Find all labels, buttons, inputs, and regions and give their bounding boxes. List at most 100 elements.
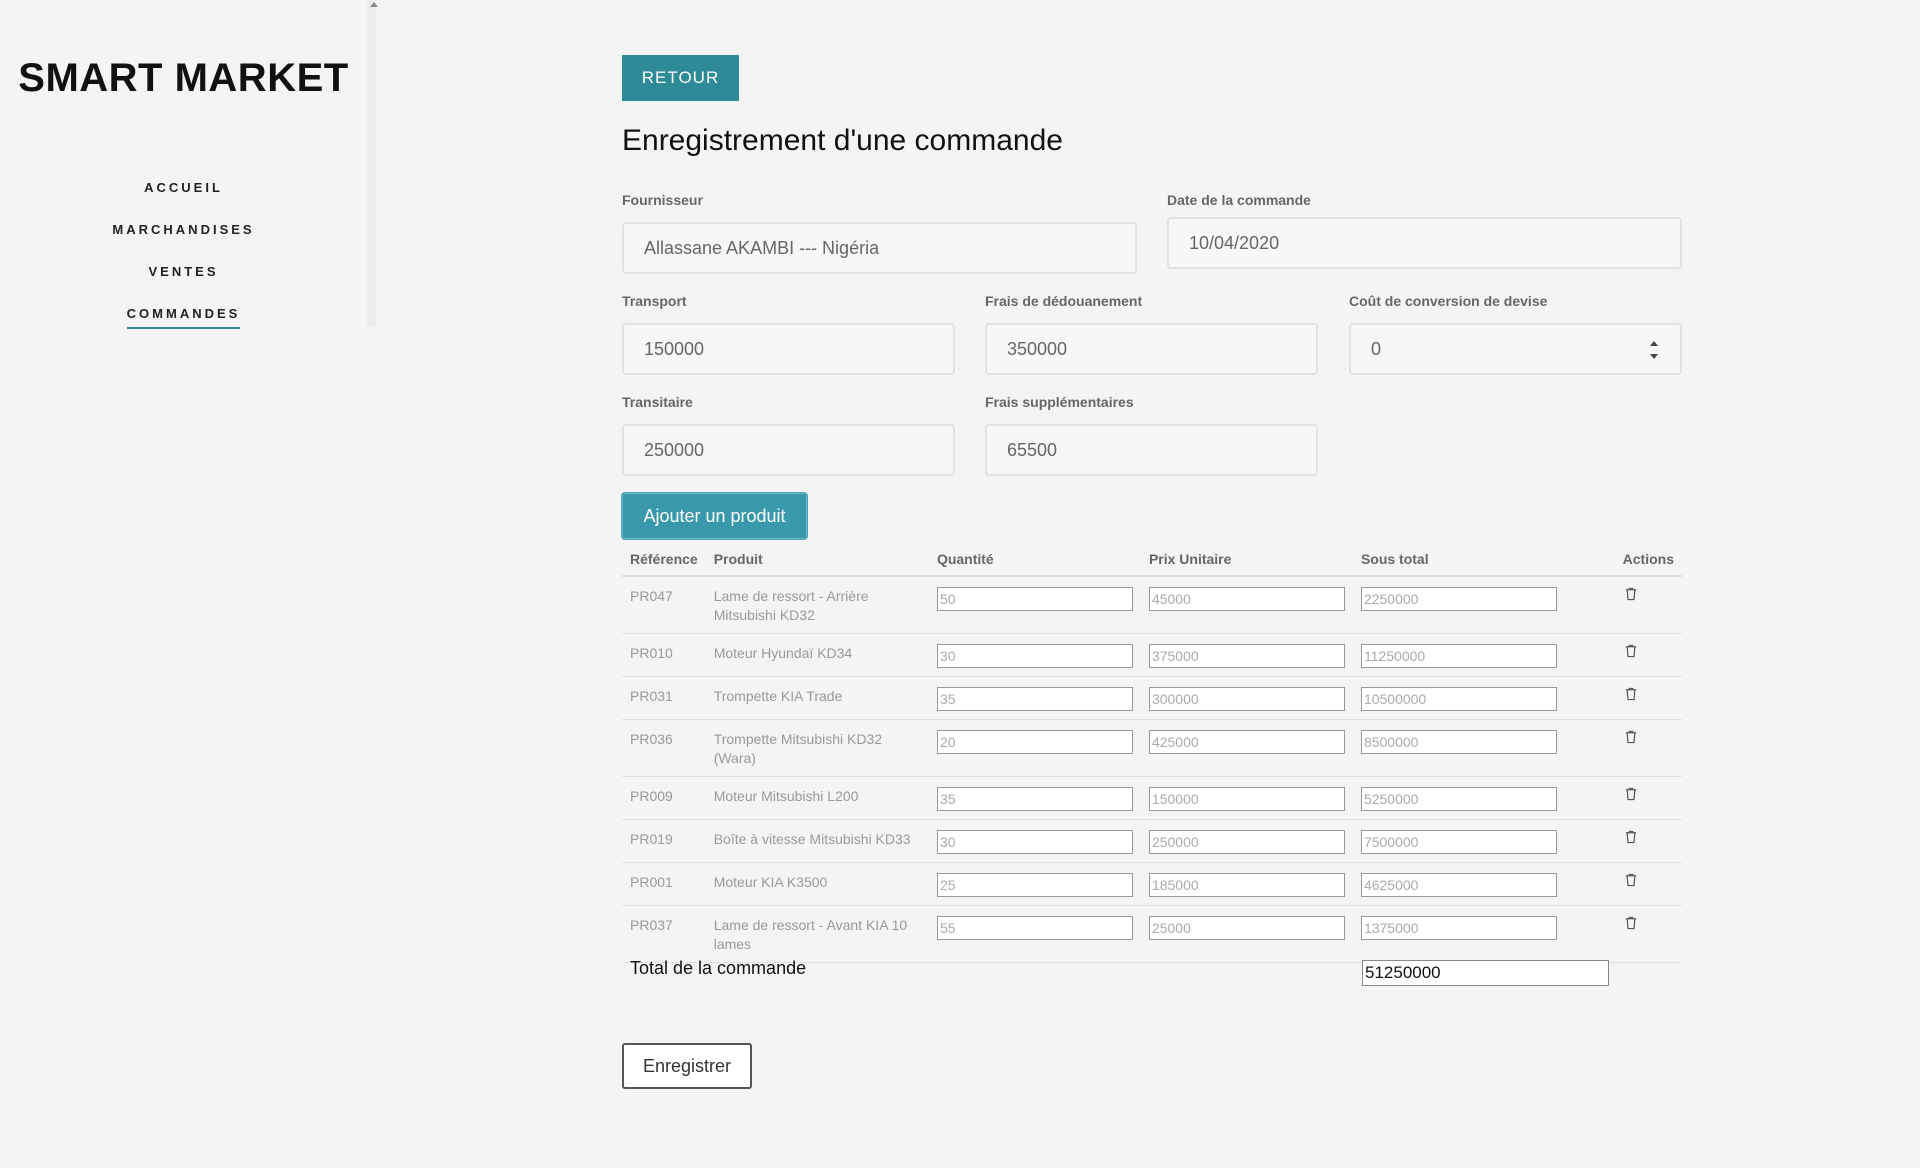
table-row: PR010 Moteur Hyundaï KD34 <box>622 633 1682 677</box>
cell-reference: PR036 <box>622 719 706 777</box>
cell-reference: PR010 <box>622 633 706 677</box>
trash-icon[interactable] <box>1625 587 1639 603</box>
subtotal-input[interactable] <box>1360 830 1557 854</box>
nav-item-marchandises[interactable]: MARCHANDISES <box>0 220 367 262</box>
cell-sous-total <box>1352 819 1615 863</box>
total-field[interactable] <box>1362 960 1609 986</box>
subtotal-input[interactable] <box>1360 687 1557 711</box>
fournisseur-select[interactable]: Allassane AKAMBI --- Nigéria <box>622 222 1137 274</box>
quantity-input[interactable] <box>936 916 1133 940</box>
nav-item-label: VENTES <box>148 264 219 279</box>
unit-price-input[interactable] <box>1148 644 1345 668</box>
unit-price-input[interactable] <box>1148 873 1345 897</box>
trash-icon[interactable] <box>1625 916 1639 932</box>
sidebar: SMART MARKET ACCUEIL MARCHANDISES VENTES… <box>0 0 378 329</box>
header-quantite: Quantité <box>928 543 1141 577</box>
header-actions: Actions <box>1614 543 1682 577</box>
subtotal-input[interactable] <box>1360 873 1557 897</box>
nav-item-label: MARCHANDISES <box>112 222 255 237</box>
header-sous-total: Sous total <box>1352 543 1615 577</box>
trash-icon[interactable] <box>1625 873 1639 889</box>
cell-quantite <box>928 719 1141 777</box>
dedouanement-field[interactable]: 350000 <box>985 323 1318 375</box>
number-spinner-icon[interactable] <box>1650 341 1658 359</box>
unit-price-input[interactable] <box>1148 687 1345 711</box>
cell-reference: PR001 <box>622 862 706 906</box>
subtotal-input[interactable] <box>1360 787 1557 811</box>
conversion-value: 0 <box>1371 339 1382 359</box>
cell-prix <box>1140 719 1353 777</box>
subtotal-input[interactable] <box>1360 587 1557 611</box>
table-header-row: Référence Produit Quantité Prix Unitaire… <box>622 543 1682 577</box>
save-button[interactable]: Enregistrer <box>622 1043 752 1089</box>
quantity-input[interactable] <box>936 830 1133 854</box>
cell-actions <box>1614 576 1682 634</box>
cell-quantite <box>928 676 1141 720</box>
subtotal-input[interactable] <box>1360 916 1557 940</box>
cell-reference: PR019 <box>622 819 706 863</box>
unit-price-input[interactable] <box>1148 830 1345 854</box>
quantity-input[interactable] <box>936 787 1133 811</box>
date-field[interactable]: 10/04/2020 <box>1167 217 1682 269</box>
cell-produit: Trompette KIA Trade <box>705 676 929 720</box>
scroll-up-arrow-icon[interactable] <box>370 2 378 7</box>
nav-item-accueil[interactable]: ACCUEIL <box>0 178 367 220</box>
quantity-input[interactable] <box>936 644 1133 668</box>
transport-label: Transport <box>622 293 687 309</box>
quantity-input[interactable] <box>936 730 1133 754</box>
fournisseur-label: Fournisseur <box>622 192 703 208</box>
unit-price-input[interactable] <box>1148 916 1345 940</box>
transitaire-label: Transitaire <box>622 394 693 410</box>
nav-item-ventes[interactable]: VENTES <box>0 262 367 304</box>
subtotal-input[interactable] <box>1360 730 1557 754</box>
cell-reference: PR031 <box>622 676 706 720</box>
header-produit: Produit <box>705 543 929 577</box>
trash-icon[interactable] <box>1625 830 1639 846</box>
subtotal-input[interactable] <box>1360 644 1557 668</box>
back-button[interactable]: RETOUR <box>622 55 739 101</box>
unit-price-input[interactable] <box>1148 587 1345 611</box>
header-prix: Prix Unitaire <box>1140 543 1353 577</box>
page-title: Enregistrement d'une commande <box>622 124 1063 157</box>
cell-sous-total <box>1352 576 1615 634</box>
cell-quantite <box>928 633 1141 677</box>
cell-reference: PR047 <box>622 576 706 634</box>
trash-icon[interactable] <box>1625 687 1639 703</box>
unit-price-input[interactable] <box>1148 730 1345 754</box>
cell-prix <box>1140 576 1353 634</box>
cell-sous-total <box>1352 776 1615 820</box>
trash-icon[interactable] <box>1625 644 1639 660</box>
quantity-input[interactable] <box>936 873 1133 897</box>
table-row: PR001 Moteur KIA K3500 <box>622 862 1682 906</box>
transport-field[interactable]: 150000 <box>622 323 955 375</box>
cell-quantite <box>928 576 1141 634</box>
products-table: Référence Produit Quantité Prix Unitaire… <box>622 543 1682 963</box>
unit-price-input[interactable] <box>1148 787 1345 811</box>
supplementaires-field[interactable]: 65500 <box>985 424 1318 476</box>
cell-produit: Moteur KIA K3500 <box>705 862 929 906</box>
trash-icon[interactable] <box>1625 730 1639 746</box>
dedouanement-label: Frais de dédouanement <box>985 293 1143 309</box>
brand-logo: SMART MARKET <box>18 56 349 100</box>
nav-item-commandes[interactable]: COMMANDES <box>0 304 367 346</box>
quantity-input[interactable] <box>936 587 1133 611</box>
cell-prix <box>1140 633 1353 677</box>
cell-sous-total <box>1352 633 1615 677</box>
quantity-input[interactable] <box>936 687 1133 711</box>
trash-icon[interactable] <box>1625 787 1639 803</box>
cell-actions <box>1614 905 1682 963</box>
cell-actions <box>1614 719 1682 777</box>
table-row: PR019 Boîte à vitesse Mitsubishi KD33 <box>622 819 1682 863</box>
cell-produit: Moteur Mitsubishi L200 <box>705 776 929 820</box>
header-reference: Référence <box>622 543 706 577</box>
table-row: PR009 Moteur Mitsubishi L200 <box>622 776 1682 820</box>
total-label: Total de la commande <box>630 958 807 978</box>
cell-quantite <box>928 819 1141 863</box>
add-product-button[interactable]: Ajouter un produit <box>622 493 807 539</box>
conversion-field[interactable]: 0 <box>1349 323 1682 375</box>
transitaire-field[interactable]: 250000 <box>622 424 955 476</box>
cell-sous-total <box>1352 676 1615 720</box>
cell-quantite <box>928 776 1141 820</box>
conversion-label: Coût de conversion de devise <box>1349 293 1548 309</box>
table-row: PR031 Trompette KIA Trade <box>622 676 1682 720</box>
